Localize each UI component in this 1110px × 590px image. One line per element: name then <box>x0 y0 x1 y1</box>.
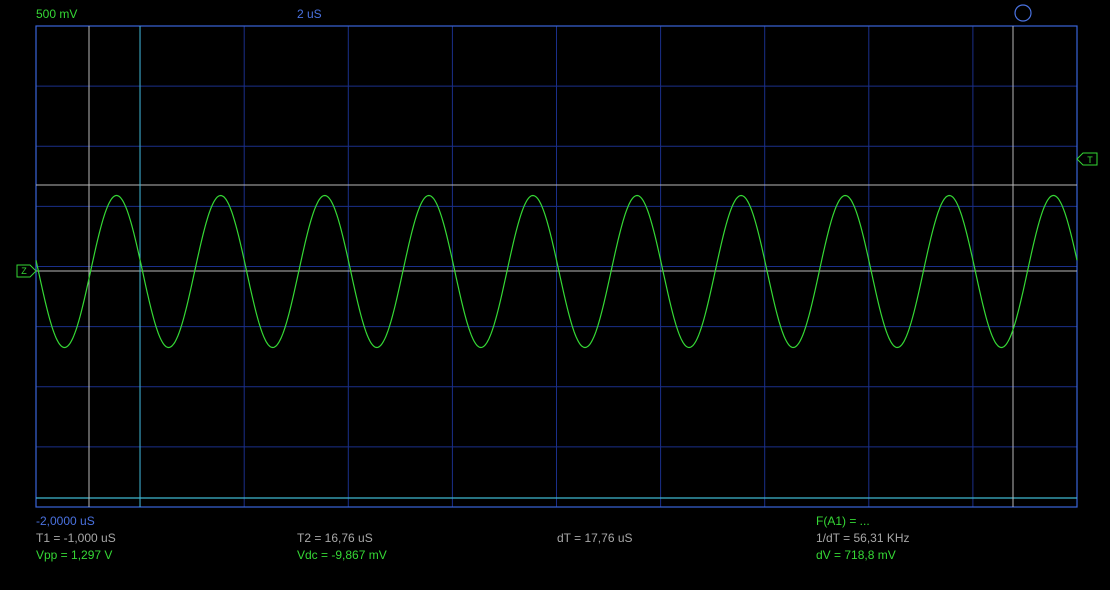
zero-marker-label: Z <box>21 266 27 276</box>
frequency-readout: 1/dT = 56,31 KHz <box>816 531 910 545</box>
cursor-t2-readout: T2 = 16,76 uS <box>297 531 373 545</box>
run-status-circle-icon[interactable] <box>1014 4 1032 22</box>
volts-per-div-label: 500 mV <box>36 7 78 21</box>
trigger-marker-label: T <box>1087 155 1093 165</box>
scope-display: T Z <box>16 4 1098 508</box>
delta-voltage-readout: dV = 718,8 mV <box>816 548 896 562</box>
cursor-t1-readout: T1 = -1,000 uS <box>36 531 116 545</box>
time-offset-label: -2,0000 uS <box>36 514 95 528</box>
math-function-readout: F(A1) = ... <box>816 514 870 528</box>
vdc-readout: Vdc = -9,867 mV <box>297 548 387 562</box>
zero-marker[interactable]: Z <box>16 264 37 278</box>
trigger-marker[interactable]: T <box>1076 152 1098 166</box>
time-per-div-label: 2 uS <box>297 7 322 21</box>
vpp-readout: Vpp = 1,297 V <box>36 548 113 562</box>
delta-time-readout: dT = 17,76 uS <box>557 531 633 545</box>
graticule-grid <box>36 26 1077 507</box>
